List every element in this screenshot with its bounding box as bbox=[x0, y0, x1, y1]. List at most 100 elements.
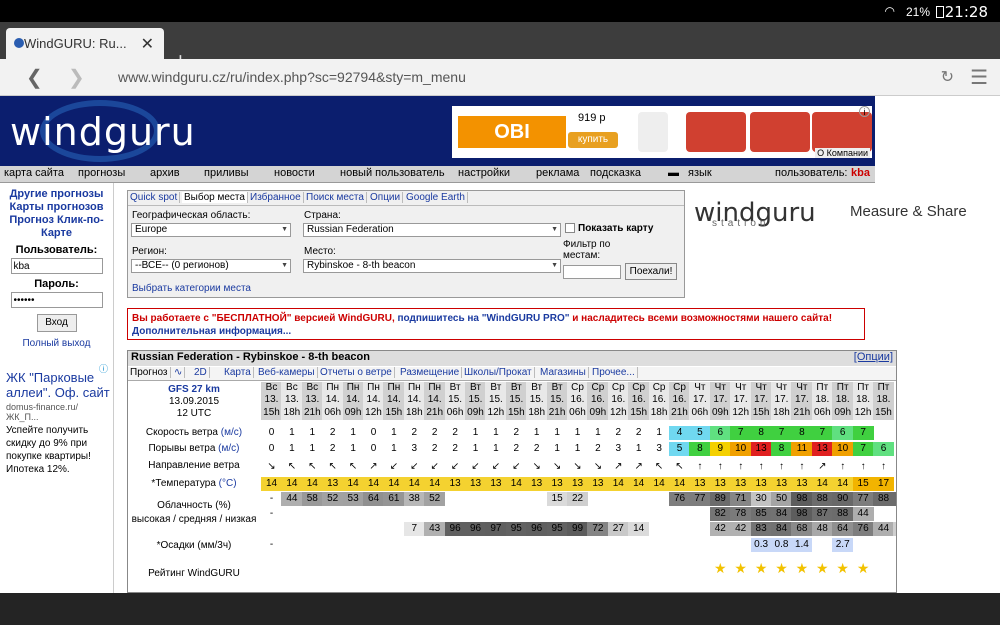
tab-google-earth[interactable]: Google Earth bbox=[404, 192, 468, 203]
cloud-mid-cell bbox=[424, 507, 445, 521]
user-name[interactable]: kba bbox=[851, 167, 870, 179]
gust-cell: 2 bbox=[329, 443, 336, 454]
tab-options[interactable]: Опции bbox=[368, 192, 404, 203]
ad-companies[interactable]: О Компании bbox=[815, 148, 870, 158]
wind-cell: 8 bbox=[750, 426, 772, 440]
username-input[interactable] bbox=[10, 258, 103, 274]
menu-news[interactable]: новости bbox=[274, 167, 315, 179]
region-select[interactable]: --ВСЕ-- (0 регионов) bbox=[131, 259, 291, 273]
model-date: 13.09.2015 bbox=[168, 396, 220, 407]
gust-cell: 1 bbox=[309, 443, 316, 454]
cloud-mid-cell bbox=[485, 507, 506, 521]
side-ad[interactable]: ⓘ ЖК "Парковые аллеи". Оф. сайт domus-fi… bbox=[6, 364, 110, 476]
filter-input[interactable] bbox=[563, 265, 621, 279]
ad-product-image[interactable] bbox=[812, 112, 872, 152]
menu-language[interactable]: язык bbox=[688, 167, 712, 179]
back-icon[interactable]: ❮ bbox=[26, 65, 43, 90]
date-cell: 14. bbox=[342, 394, 364, 406]
click-map-link[interactable]: Прогноз Клик-по-Карте bbox=[0, 214, 113, 240]
tab-more[interactable]: Прочее... bbox=[590, 367, 638, 378]
tab-webcams[interactable]: Веб-камеры bbox=[256, 367, 318, 378]
date-cell: 17. bbox=[689, 394, 711, 406]
ad-headline[interactable]: ЖК "Парковые аллеи". Оф. сайт bbox=[6, 370, 110, 400]
menu-tides[interactable]: приливы bbox=[204, 167, 249, 179]
tab-quick-spot[interactable]: Quick spot bbox=[128, 192, 181, 203]
ad-product-image[interactable] bbox=[638, 112, 668, 152]
tab-wind-reports[interactable]: Отчеты о ветре bbox=[318, 367, 395, 378]
ad-info-icon[interactable]: i bbox=[859, 106, 870, 117]
forecast-maps-link[interactable]: Карты прогнозов bbox=[0, 201, 113, 214]
url-field[interactable]: www.windguru.cz/ru/index.php?sc=92794&st… bbox=[118, 69, 466, 85]
ad-brand[interactable]: OBI bbox=[458, 116, 566, 148]
temp-cell: 14 bbox=[383, 477, 405, 491]
tab-shops[interactable]: Магазины bbox=[538, 367, 589, 378]
cloud-high-cell: 61 bbox=[383, 492, 405, 506]
cloud-mid-cell bbox=[506, 507, 527, 521]
gust-unit-link[interactable]: (м/с) bbox=[218, 443, 239, 454]
wind-direction-arrow-icon: ↙ bbox=[410, 461, 419, 472]
wind-cell: 1 bbox=[574, 427, 581, 438]
hour-cell: 09h bbox=[709, 406, 731, 420]
cloud-high-cell: 76 bbox=[669, 492, 690, 506]
menu-new-user[interactable]: новый пользователь bbox=[340, 167, 445, 179]
date-cell: 13. bbox=[301, 394, 323, 406]
day-cell: Ср bbox=[587, 382, 609, 394]
menu-forecasts[interactable]: прогнозы bbox=[78, 167, 125, 179]
tab-forecast[interactable]: Прогноз bbox=[128, 367, 171, 378]
temp-cell: 14 bbox=[403, 477, 425, 491]
tab-choose-spot[interactable]: Выбор места bbox=[182, 192, 248, 203]
country-select[interactable]: Russian Federation bbox=[303, 223, 561, 237]
logout-link[interactable]: Полный выход bbox=[0, 338, 113, 349]
go-button[interactable]: Поехали! bbox=[625, 263, 677, 280]
menu-settings[interactable]: настройки bbox=[458, 167, 510, 179]
menu-help[interactable]: подсказка bbox=[590, 167, 641, 179]
ad-product-image[interactable] bbox=[750, 112, 810, 152]
precip-cell bbox=[383, 538, 404, 552]
ad-choices-icon[interactable]: ⓘ bbox=[99, 362, 108, 375]
password-input[interactable] bbox=[10, 292, 103, 308]
precip-cell bbox=[873, 538, 894, 552]
tab-map[interactable]: Карта bbox=[222, 367, 254, 378]
close-tab-icon[interactable]: ✕ bbox=[141, 34, 154, 54]
wind-cell: 2 bbox=[635, 427, 642, 438]
day-cell: Пн bbox=[322, 382, 344, 394]
promo-pro-link[interactable]: подпишитесь на "WindGURU PRO" bbox=[398, 313, 570, 324]
forecast-options-link[interactable]: [Опции] bbox=[854, 351, 893, 363]
tab-accommodation[interactable]: Размещение bbox=[398, 367, 463, 378]
wind-direction-arrow-icon: ↙ bbox=[450, 461, 460, 472]
tab-graph-icon[interactable]: ∿ bbox=[172, 367, 186, 378]
tab-schools[interactable]: Школы/Прокат bbox=[462, 367, 535, 378]
login-button[interactable]: Вход bbox=[36, 314, 77, 332]
tab-search[interactable]: Поиск места bbox=[304, 192, 367, 203]
wind-direction-arrow-icon: ↗ bbox=[614, 461, 623, 472]
forward-icon[interactable]: ❯ bbox=[68, 65, 85, 90]
other-forecasts-link[interactable]: Другие прогнозы bbox=[0, 188, 113, 201]
menu-ads[interactable]: реклама bbox=[536, 167, 579, 179]
wind-unit-link[interactable]: (м/с) bbox=[221, 427, 242, 438]
cloud-high-cell: 50 bbox=[771, 492, 792, 506]
banner-ad[interactable]: OBI 919 р купить О Компании i bbox=[452, 106, 872, 158]
show-map-label[interactable]: Показать карту bbox=[578, 223, 653, 234]
menu-sitemap[interactable]: карта сайта bbox=[4, 167, 64, 179]
day-cell: Пт bbox=[811, 382, 833, 394]
day-cell: Пт bbox=[832, 382, 854, 394]
promo-more-link[interactable]: Дополнительная информация... bbox=[132, 326, 291, 337]
menu-icon[interactable]: ☰ bbox=[970, 65, 988, 90]
windguru-logo[interactable]: windguru bbox=[10, 110, 196, 154]
promo-box: Вы работаете с "БЕСПЛАТНОЙ" версией Wind… bbox=[127, 308, 865, 340]
show-map-checkbox[interactable] bbox=[565, 223, 575, 233]
precip-cell: 2.7 bbox=[832, 538, 854, 552]
menu-archive[interactable]: архив bbox=[150, 167, 180, 179]
ad-buy-button[interactable]: купить bbox=[568, 132, 618, 148]
cloud-high-cell: 38 bbox=[403, 492, 425, 506]
ad-product-image[interactable] bbox=[686, 112, 746, 152]
place-select[interactable]: Rybinskoe - 8-th beacon bbox=[303, 259, 561, 273]
geo-select[interactable]: Europe bbox=[131, 223, 291, 237]
temp-unit-link[interactable]: (°C) bbox=[219, 478, 237, 489]
tab-favorites[interactable]: Избранное bbox=[248, 192, 304, 203]
reload-icon[interactable]: ↻ bbox=[941, 67, 954, 87]
tab-2d[interactable]: 2D bbox=[192, 367, 210, 378]
categories-link[interactable]: Выбрать категории места bbox=[132, 283, 251, 294]
hour-cell: 18h bbox=[771, 406, 792, 420]
browser-tab[interactable]: WindGURU: Ru... ✕ bbox=[6, 28, 164, 59]
